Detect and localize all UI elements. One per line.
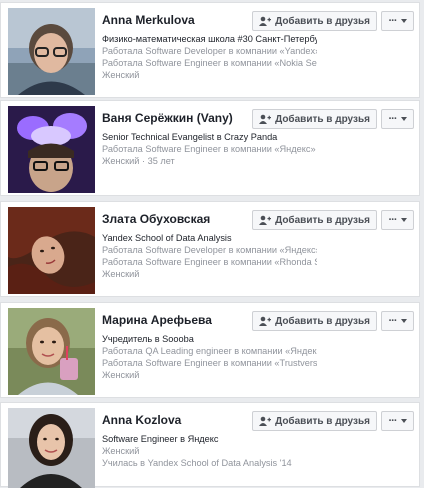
ellipsis-icon: ···	[388, 113, 398, 125]
add-friend-icon	[259, 316, 272, 326]
profile-photo-image	[8, 106, 95, 193]
person-card: Anna Kozlova Software Engineer в Яндекс …	[0, 402, 420, 488]
person-detail: Женский · 35 лет	[102, 156, 175, 166]
add-friend-icon	[259, 215, 272, 225]
profile-photo[interactable]	[8, 408, 95, 488]
person-detail: Женский	[102, 446, 140, 456]
more-options-button[interactable]: ···	[381, 11, 414, 31]
add-friend-button[interactable]: Добавить в друзья	[252, 411, 377, 431]
person-detail: Женский	[102, 269, 140, 279]
chevron-down-icon	[400, 117, 407, 121]
more-options-button[interactable]: ···	[381, 210, 414, 230]
person-detail: Учредитель в Soooba	[102, 334, 194, 344]
chevron-down-icon	[400, 218, 407, 222]
ellipsis-icon: ···	[388, 415, 398, 427]
more-options-button[interactable]: ···	[381, 311, 414, 331]
add-friend-icon	[259, 114, 272, 124]
person-card: Злата Обуховская Yandex School of Data A…	[0, 201, 420, 297]
add-friend-icon	[259, 416, 272, 426]
profile-photo-image	[8, 408, 95, 488]
person-detail: Работала QA Leading engineer в компании …	[102, 346, 317, 356]
person-card: Anna Merkulova Физико-математическая шко…	[0, 2, 420, 98]
add-friend-label: Добавить в друзья	[275, 113, 370, 125]
add-friend-label: Добавить в друзья	[275, 15, 370, 27]
people-search-results: Anna Merkulova Физико-математическая шко…	[0, 0, 424, 488]
person-detail: Работала Software Engineer в компании «R…	[102, 257, 317, 267]
person-detail: Женский	[102, 370, 140, 380]
add-friend-button[interactable]: Добавить в друзья	[252, 210, 377, 230]
add-friend-button[interactable]: Добавить в друзья	[252, 311, 377, 331]
person-detail: Работала Software Developer в компании «…	[102, 46, 317, 56]
profile-photo[interactable]	[8, 8, 95, 95]
chevron-down-icon	[400, 419, 407, 423]
person-card: Ваня Серёжкин (Vany) Senior Technical Ev…	[0, 100, 420, 196]
profile-photo[interactable]	[8, 308, 95, 395]
add-friend-label: Добавить в друзья	[275, 315, 370, 327]
person-detail: Software Engineer в Яндекс	[102, 434, 219, 444]
ellipsis-icon: ···	[388, 315, 398, 327]
person-detail: Работала Software Engineer в компании «T…	[102, 358, 317, 368]
add-friend-button[interactable]: Добавить в друзья	[252, 11, 377, 31]
person-detail: Yandex School of Data Analysis	[102, 233, 232, 243]
chevron-down-icon	[400, 319, 407, 323]
profile-photo-image	[8, 207, 95, 294]
ellipsis-icon: ···	[388, 15, 398, 27]
person-detail: Женский	[102, 70, 140, 80]
person-detail: Senior Technical Evangelist в Crazy Pand…	[102, 132, 278, 142]
add-friend-button[interactable]: Добавить в друзья	[252, 109, 377, 129]
add-friend-label: Добавить в друзья	[275, 214, 370, 226]
profile-photo[interactable]	[8, 106, 95, 193]
person-detail: Физико-математическая школа #30 Санкт-Пе…	[102, 34, 317, 44]
person-detail: Работала Software Engineer в компании «Я…	[102, 144, 316, 154]
person-detail: Работала Software Developer в компании «…	[102, 245, 317, 255]
chevron-down-icon	[400, 19, 407, 23]
profile-photo[interactable]	[8, 207, 95, 294]
person-detail: Работала Software Engineer в компании «N…	[102, 58, 317, 68]
add-friend-icon	[259, 16, 272, 26]
more-options-button[interactable]: ···	[381, 411, 414, 431]
person-card: Марина Арефьева Учредитель в Soooba Рабо…	[0, 302, 420, 398]
add-friend-label: Добавить в друзья	[275, 415, 370, 427]
person-detail: Училась в Yandex School of Data Analysis…	[102, 458, 292, 468]
more-options-button[interactable]: ···	[381, 109, 414, 129]
profile-photo-image	[8, 8, 95, 95]
ellipsis-icon: ···	[388, 214, 398, 226]
profile-photo-image	[8, 308, 95, 395]
